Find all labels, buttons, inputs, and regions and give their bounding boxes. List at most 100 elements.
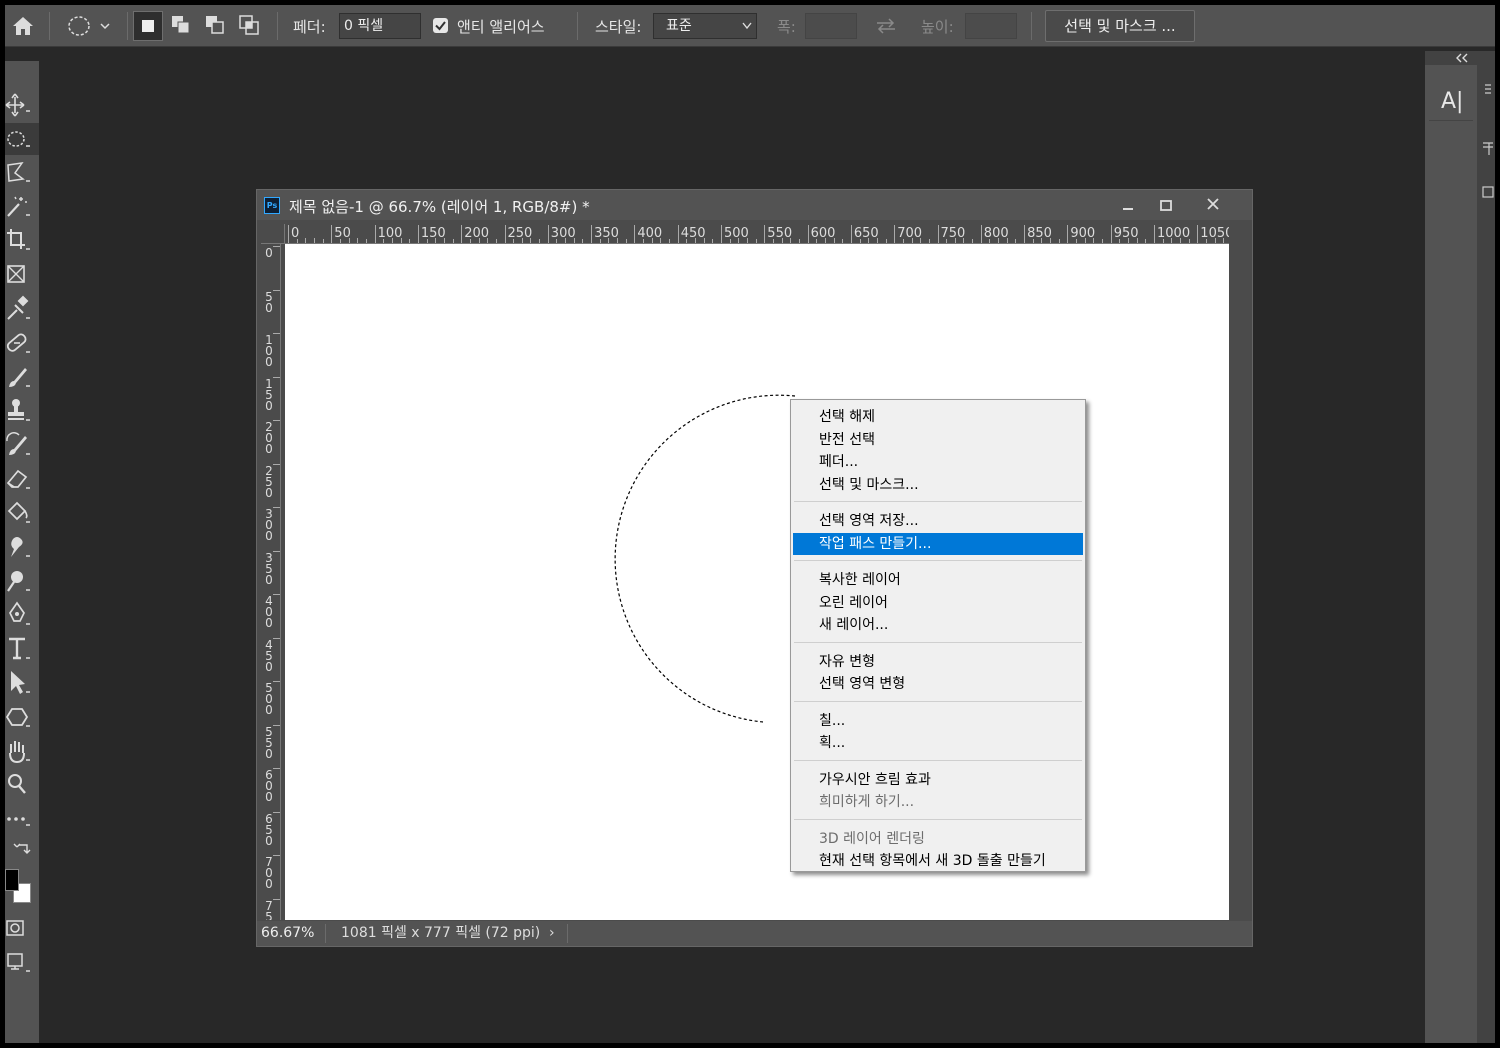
path-selection-tool[interactable] [5, 667, 39, 699]
ruler-minor-tick [790, 238, 792, 243]
maximize-button[interactable] [1151, 194, 1181, 216]
minimize-button[interactable] [1113, 194, 1143, 216]
subtract-from-selection-button[interactable] [201, 11, 231, 41]
blur-tool[interactable] [5, 531, 39, 563]
menu-item[interactable]: 새 레이어... [793, 614, 1083, 636]
tools-panel [5, 61, 39, 1043]
horizontal-ruler[interactable]: 0 50 100 150 200 250 300 350 400 450 500 550 600 650 7… [285, 224, 1229, 244]
ruler-number: 0 [265, 246, 273, 260]
more-tools[interactable] [5, 803, 39, 835]
ruler-number: 950 [1113, 226, 1139, 241]
screen-mode-button[interactable] [5, 947, 39, 979]
panel-icons[interactable] [1481, 83, 1495, 213]
selection-marquee [614, 394, 796, 723]
clone-stamp-tool[interactable] [5, 395, 39, 427]
menu-item[interactable]: 가우시안 흐림 효과 [793, 769, 1083, 791]
ruler-tick [273, 463, 280, 465]
brush-tool[interactable] [5, 361, 39, 393]
menu-item[interactable]: 오린 레이어 [793, 592, 1083, 614]
antialias-checkbox[interactable] [433, 18, 448, 33]
ruler-tick [417, 225, 419, 243]
ruler-minor-tick [348, 238, 350, 243]
menu-item[interactable]: 선택 해제 [793, 406, 1083, 428]
dodge-tool[interactable] [5, 565, 39, 597]
eraser-tool[interactable] [5, 463, 39, 495]
healing-brush-tool[interactable] [5, 327, 39, 359]
ruler-minor-tick [625, 239, 627, 243]
vertical-scrollbar[interactable] [1231, 224, 1252, 920]
menu-item[interactable]: 칠... [793, 710, 1083, 732]
zoom-level-field[interactable]: 66.67% [261, 923, 323, 943]
move-icon [5, 93, 30, 117]
ruler-minor-tick [305, 238, 307, 243]
vertical-ruler[interactable]: 0 50 100 150 200 250 300 350 400 450 500 550 600 650 7… [261, 244, 281, 920]
magic-wand-tool[interactable] [5, 191, 39, 223]
ruler-origin[interactable] [261, 224, 285, 244]
ruler-minor-tick [920, 238, 922, 243]
close-button[interactable] [1199, 194, 1229, 216]
crop-tool[interactable] [5, 225, 39, 257]
ruler-minor-tick [660, 238, 662, 243]
elliptical-marquee-tool[interactable] [5, 123, 39, 155]
menu-item[interactable]: 선택 영역 저장... [793, 510, 1083, 532]
history-brush-tool[interactable] [5, 429, 39, 461]
document-titlebar[interactable]: Ps 제목 없음-1 @ 66.7% (레이어 1, RGB/8#) * [257, 190, 1252, 220]
ruler-number: 350 [594, 226, 619, 241]
new-selection-button[interactable] [133, 11, 163, 41]
ruler-number: 250 [265, 463, 273, 500]
menu-item[interactable]: 작업 패스 만들기... [793, 532, 1083, 555]
paint-bucket-tool[interactable] [5, 497, 39, 529]
frame-icon [7, 265, 25, 283]
ruler-number: 0 [291, 226, 300, 241]
ruler-number: 700 [265, 855, 273, 891]
lasso-tool[interactable] [5, 157, 39, 189]
menu-item[interactable]: 복사한 레이어 [793, 569, 1083, 591]
menu-separator [794, 700, 1082, 702]
menu-item[interactable]: 획... [793, 732, 1083, 754]
select-and-mask-button[interactable]: 선택 및 마스크 ... [1045, 10, 1195, 42]
status-menu-arrow[interactable]: › [549, 923, 555, 943]
hand-tool[interactable] [5, 735, 39, 767]
menu-item[interactable]: 선택 및 마스크... [793, 474, 1083, 496]
ruler-tick [591, 225, 593, 243]
menu-item[interactable]: 반전 선택 [793, 429, 1083, 451]
eyedropper-tool[interactable] [5, 293, 39, 325]
move-tool[interactable] [5, 89, 39, 121]
intersect-selection-button[interactable] [235, 11, 265, 41]
ruler-minor-tick [495, 239, 497, 243]
menu-item[interactable]: 현재 선택 항목에서 새 3D 돌출 만들기 [793, 850, 1083, 872]
zoom-tool[interactable] [5, 769, 39, 801]
divider [1031, 12, 1032, 40]
elliptical-marquee-preset-icon[interactable] [67, 14, 117, 38]
frame-tool[interactable] [5, 259, 39, 291]
ruler-tick [273, 637, 280, 639]
style-select[interactable]: 표준 [653, 13, 757, 39]
menu-item[interactable]: 페더... [793, 451, 1083, 473]
feather-input[interactable]: 0 픽셀 [339, 13, 421, 39]
quick-mask-button[interactable] [5, 913, 39, 945]
pen-tool[interactable] [5, 599, 39, 631]
ruler-minor-tick [582, 239, 584, 243]
ruler-tick [894, 225, 896, 243]
add-to-selection-button[interactable] [167, 11, 197, 41]
ruler-minor-tick [928, 239, 930, 243]
menu-item[interactable]: 선택 영역 변형 [793, 673, 1083, 695]
ruler-number: 150 [265, 376, 273, 413]
panel-collapse-bar[interactable] [1425, 51, 1495, 65]
foreground-color-swatch[interactable] [5, 869, 19, 891]
menu-separator [794, 818, 1082, 820]
shape-tool[interactable] [5, 701, 39, 733]
menu-item[interactable]: 자유 변형 [793, 651, 1083, 673]
canvas[interactable] [285, 244, 1229, 920]
ruler-minor-tick [833, 238, 835, 243]
home-icon[interactable] [11, 15, 35, 37]
swap-colors-icon[interactable] [13, 841, 33, 861]
ruler-minor-tick [729, 239, 731, 243]
ruler-minor-tick [781, 238, 783, 243]
ruler-tick [273, 855, 280, 856]
type-tool[interactable] [5, 633, 39, 665]
ruler-minor-tick [513, 239, 515, 243]
character-panel-button[interactable]: A| [1429, 69, 1473, 121]
height-input [965, 13, 1017, 39]
paint-bucket-icon [7, 501, 30, 523]
